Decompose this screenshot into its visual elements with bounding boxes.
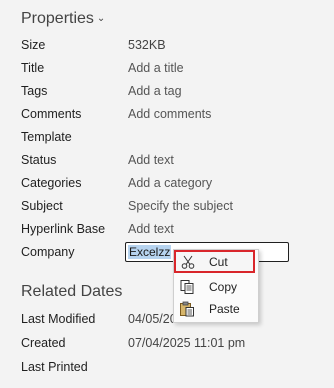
- date-label: Last Modified: [21, 312, 96, 326]
- properties-title: Properties: [21, 10, 94, 27]
- properties-header[interactable]: Properties ⌄: [21, 10, 105, 28]
- title-field[interactable]: Add a title: [128, 61, 184, 75]
- related-dates-header: Related Dates: [21, 283, 122, 301]
- property-label: Title: [21, 61, 45, 75]
- categories-field[interactable]: Add a category: [128, 176, 212, 190]
- menu-item-paste[interactable]: Paste: [174, 298, 258, 320]
- menu-item-copy[interactable]: Copy: [174, 276, 258, 298]
- scissors-icon: [180, 254, 196, 270]
- cut-highlight-box: Cut: [174, 250, 255, 273]
- comments-field[interactable]: Add comments: [128, 107, 211, 121]
- property-value: 532KB: [128, 38, 166, 52]
- related-dates-title: Related Dates: [21, 283, 123, 300]
- property-label: Tags: [21, 84, 48, 98]
- property-label: Status: [21, 153, 57, 167]
- property-label: Subject: [21, 199, 63, 213]
- property-label: Size: [21, 38, 46, 52]
- menu-label-cut-highlighted[interactable]: Cut: [209, 255, 228, 269]
- copy-icon: [179, 279, 195, 295]
- tags-field[interactable]: Add a tag: [128, 84, 182, 98]
- property-label: Comments: [21, 107, 82, 121]
- paste-icon: [179, 301, 195, 317]
- selected-text[interactable]: Excelzz: [128, 245, 172, 259]
- property-label: Categories: [21, 176, 82, 190]
- property-label: Template: [21, 130, 72, 144]
- property-label: Company: [21, 245, 75, 259]
- menu-label-copy: Copy: [209, 280, 238, 294]
- date-label: Created: [21, 336, 66, 350]
- status-field[interactable]: Add text: [128, 153, 174, 167]
- menu-label-paste: Paste: [209, 302, 240, 316]
- chevron-down-icon[interactable]: ⌄: [97, 13, 105, 24]
- hyperlink-base-field[interactable]: Add text: [128, 222, 174, 236]
- property-label: Hyperlink Base: [21, 222, 106, 236]
- date-value: 07/04/2025 11:01 pm: [128, 336, 246, 350]
- subject-field[interactable]: Specify the subject: [128, 199, 233, 213]
- date-label: Last Printed: [21, 360, 88, 374]
